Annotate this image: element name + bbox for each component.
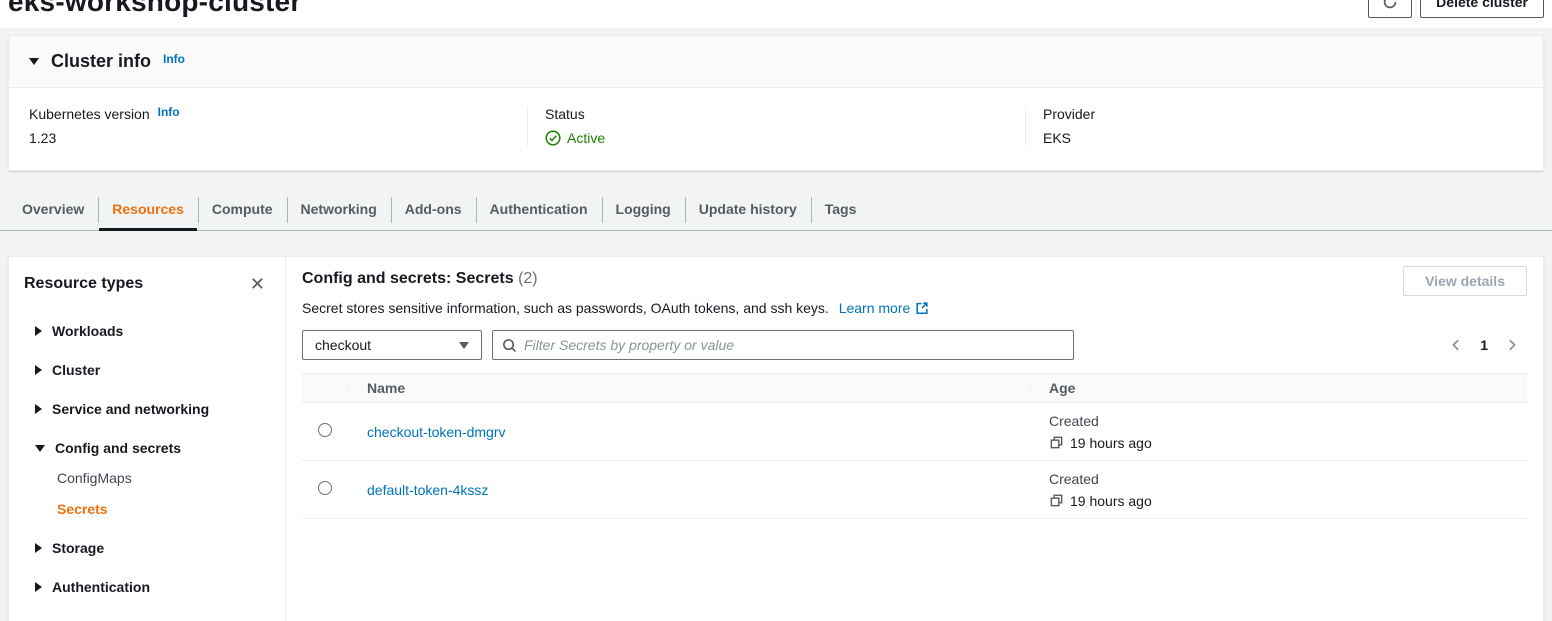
chevron-right-icon [1505,338,1519,352]
previous-page-button[interactable] [1447,336,1465,354]
copy-icon [1049,493,1064,508]
next-page-button[interactable] [1503,336,1521,354]
close-icon[interactable]: ✕ [248,273,267,295]
chevron-left-icon [1449,338,1463,352]
delete-cluster-button[interactable]: Delete cluster [1420,0,1544,18]
chevron-right-icon [35,404,42,414]
secrets-count: (2) [518,270,538,287]
sidebar-item-authorization[interactable]: Authorization [35,616,285,621]
secrets-table: Name Age checkout-token-dmgrv Created [302,373,1527,519]
filter-row: checkout 1 [302,330,1527,360]
collapse-caret-icon [29,58,39,65]
cluster-info-body: Kubernetes version Info 1.23 Status Acti… [9,88,1543,170]
status-field: Status Active [527,106,1025,146]
resource-types-tree: Workloads Cluster Service and networking… [9,321,285,621]
refresh-icon [1382,0,1398,10]
secret-name-link[interactable]: checkout-token-dmgrv [367,424,506,440]
sidebar-item-storage[interactable]: Storage [35,538,285,558]
kubernetes-version-label: Kubernetes version [29,106,150,122]
search-input[interactable] [524,337,1064,353]
age-cell: Created 19 hours ago [1030,413,1527,451]
row-radio-button[interactable] [318,481,332,495]
table-row: checkout-token-dmgrv Created 19 hours ag… [302,403,1527,461]
tab-compute[interactable]: Compute [198,188,287,230]
resource-types-title: Resource types [24,275,143,293]
tab-tags[interactable]: Tags [811,188,871,230]
secrets-description: Secret stores sensitive information, suc… [302,300,1527,316]
learn-more-link[interactable]: Learn more [839,300,930,316]
provider-value: EKS [1043,130,1503,146]
secrets-main-panel: Config and secrets: Secrets (2) View det… [286,257,1543,621]
filter-dropdown-value: checkout [315,337,371,353]
age-text: 19 hours ago [1070,493,1152,509]
created-label: Created [1049,413,1527,429]
copy-icon [1049,435,1064,450]
chevron-right-icon [35,543,42,553]
search-icon [502,338,517,353]
row-radio-button[interactable] [318,423,332,437]
tab-authentication[interactable]: Authentication [476,188,602,230]
status-value: Active [567,130,605,146]
copy-button[interactable] [1049,493,1064,508]
name-column-header: Name [348,380,1030,396]
kubernetes-version-value: 1.23 [29,130,507,146]
cluster-tabs: Overview Resources Compute Networking Ad… [0,188,1552,231]
kubernetes-version-field: Kubernetes version Info 1.23 [29,106,527,146]
sidebar-item-secrets[interactable]: Secrets [57,497,285,521]
cluster-info-card: Cluster info Info Kubernetes version Inf… [8,35,1544,171]
secrets-title: Config and secrets: Secrets (2) [302,270,1527,288]
table-row: default-token-4kssz Created 19 hours ago [302,461,1527,519]
tab-networking[interactable]: Networking [287,188,391,230]
cluster-info-title: Cluster info [51,51,151,72]
sidebar-item-workloads[interactable]: Workloads [35,321,285,341]
status-active-icon [545,130,561,146]
table-header: Name Age [302,373,1527,403]
cluster-info-header[interactable]: Cluster info Info [9,36,1543,88]
resource-types-sidebar: Resource types ✕ Workloads Cluster Servi… [9,257,286,621]
search-box [492,330,1074,360]
secret-name-link[interactable]: default-token-4kssz [367,482,488,498]
chevron-right-icon [35,582,42,592]
page-number[interactable]: 1 [1480,337,1488,353]
tab-resources[interactable]: Resources [98,188,198,230]
chevron-down-icon [459,342,469,349]
kubernetes-version-info-link[interactable]: Info [158,105,180,119]
copy-button[interactable] [1049,435,1064,450]
age-text: 19 hours ago [1070,435,1152,451]
tab-overview[interactable]: Overview [8,188,98,230]
chevron-right-icon [35,365,42,375]
pagination: 1 [1447,336,1527,354]
header-actions: Delete cluster [1368,0,1544,18]
external-link-icon [915,301,929,315]
filter-dropdown[interactable]: checkout [302,330,482,360]
provider-field: Provider EKS [1025,106,1523,146]
page-header: eks-workshop-cluster Delete cluster [0,0,1552,28]
age-column-header: Age [1030,380,1527,396]
resources-panel: Resource types ✕ Workloads Cluster Servi… [8,256,1544,621]
sidebar-item-configmaps[interactable]: ConfigMaps [57,466,285,490]
status-label: Status [545,106,585,122]
created-label: Created [1049,471,1527,487]
provider-label: Provider [1043,106,1095,122]
cluster-info-info-link[interactable]: Info [163,52,185,66]
chevron-right-icon [35,326,42,336]
age-cell: Created 19 hours ago [1030,471,1527,509]
page-title: eks-workshop-cluster [8,0,301,20]
sidebar-item-cluster[interactable]: Cluster [35,360,285,380]
view-details-button[interactable]: View details [1403,266,1527,296]
tab-logging[interactable]: Logging [602,188,685,230]
chevron-down-icon [35,445,45,452]
tab-add-ons[interactable]: Add-ons [391,188,476,230]
sidebar-item-config-and-secrets[interactable]: Config and secrets [35,438,285,458]
sidebar-item-service-and-networking[interactable]: Service and networking [35,399,285,419]
refresh-button[interactable] [1368,0,1412,18]
sidebar-item-authentication[interactable]: Authentication [35,577,285,597]
config-and-secrets-children: ConfigMaps Secrets [57,466,285,521]
tab-update-history[interactable]: Update history [685,188,811,230]
